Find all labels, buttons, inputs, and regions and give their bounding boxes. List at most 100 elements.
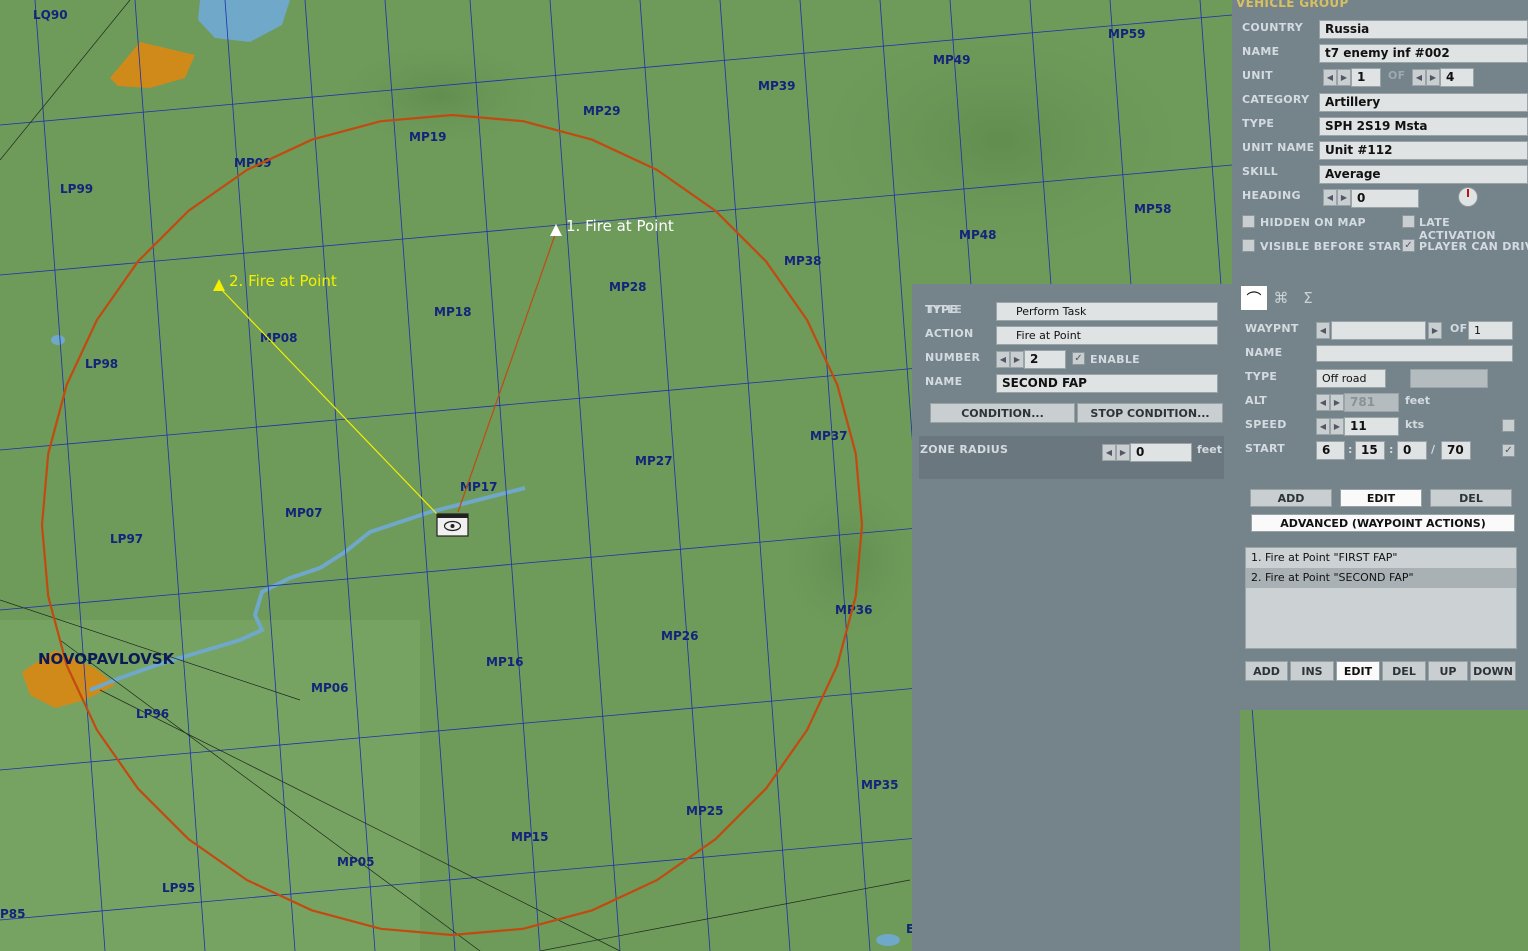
start-seconds[interactable]: 0 <box>1397 441 1427 460</box>
heading-dial-icon[interactable] <box>1458 187 1478 207</box>
waypoint-del-button[interactable]: DEL <box>1430 489 1512 507</box>
speed-lock-checkbox[interactable] <box>1502 419 1515 432</box>
next-arrow-icon[interactable]: ▶ <box>1426 69 1440 86</box>
country-field[interactable]: Russia <box>1319 20 1528 39</box>
prev-arrow-icon[interactable]: ◀ <box>1102 444 1116 461</box>
action-del-button[interactable]: DEL <box>1382 661 1426 681</box>
next-arrow-icon: ▶ <box>1330 394 1344 411</box>
unit-of-label: OF <box>1388 69 1406 82</box>
grid-square-label: MP38 <box>784 254 821 268</box>
alt-label: ALT <box>1245 394 1268 407</box>
wp-type-select[interactable]: Off road <box>1316 369 1386 388</box>
speed-label: SPEED <box>1245 418 1287 431</box>
grid-square-label: MP25 <box>686 804 723 818</box>
triggered-actions-tab-icon[interactable]: ⌘ <box>1268 286 1294 310</box>
waypnt-of-label: OF <box>1450 322 1468 335</box>
next-arrow-icon[interactable]: ▶ <box>1337 189 1351 206</box>
category-field[interactable]: Artillery <box>1319 93 1528 112</box>
grid-square-label: MP49 <box>933 53 970 67</box>
name-label: NAME <box>1242 45 1280 58</box>
late-activation-checkbox[interactable] <box>1402 215 1415 228</box>
action-ins-button[interactable]: INS <box>1290 661 1334 681</box>
country-label: COUNTRY <box>1242 21 1303 34</box>
player-can-drive-checkbox[interactable]: ✓ <box>1402 239 1415 252</box>
prev-arrow-icon[interactable]: ◀ <box>1412 69 1426 86</box>
zone-radius-stepper[interactable]: ◀ ▶ <box>1102 444 1130 461</box>
terrain-hills <box>770 470 930 650</box>
action-select[interactable]: Fire at Point <box>996 326 1218 345</box>
grid-square-label: LP97 <box>110 532 143 546</box>
next-arrow-icon[interactable]: ▶ <box>1337 69 1351 86</box>
wp-name-field[interactable] <box>1316 345 1513 362</box>
condition-button[interactable]: CONDITION... <box>930 403 1075 423</box>
prev-arrow-icon[interactable]: ◀ <box>1323 189 1337 206</box>
start-day[interactable]: 70 <box>1441 441 1471 460</box>
artillery-unit-icon[interactable] <box>436 513 469 537</box>
waypnt-label: WAYPNT <box>1245 322 1299 335</box>
pond <box>51 335 65 345</box>
group-name-field[interactable]: t7 enemy inf #002 <box>1319 44 1528 63</box>
start-lock-checkbox[interactable]: ✓ <box>1502 444 1515 457</box>
summary-tab-icon[interactable]: Σ <box>1295 286 1321 310</box>
next-waypoint-icon[interactable]: ▶ <box>1428 322 1442 339</box>
hidden-on-map-checkbox[interactable] <box>1242 215 1255 228</box>
unit-name-field[interactable]: Unit #112 <box>1319 141 1528 160</box>
unit-value[interactable]: 1 <box>1351 68 1381 87</box>
alt-unit: feet <box>1405 394 1430 407</box>
player-can-drive-label: PLAYER CAN DRIV <box>1419 240 1528 253</box>
waypoint-edit-button[interactable]: EDIT <box>1340 489 1422 507</box>
action-name-field[interactable]: SECOND FAP <box>996 374 1218 393</box>
next-arrow-icon[interactable]: ▶ <box>1010 351 1024 368</box>
grid-square-label: MP08 <box>260 331 297 345</box>
skill-field[interactable]: Average <box>1319 165 1528 184</box>
action-type-select[interactable]: Perform Task <box>996 302 1218 321</box>
visible-before-start-checkbox[interactable] <box>1242 239 1255 252</box>
advanced-waypoint-actions-button[interactable]: ADVANCED (WAYPOINT ACTIONS) <box>1251 514 1515 532</box>
grid-square-label: P85 <box>0 907 26 921</box>
stop-condition-button[interactable]: STOP CONDITION... <box>1077 403 1223 423</box>
number-value[interactable]: 2 <box>1024 350 1066 369</box>
speed-stepper[interactable]: ◀ ▶ <box>1316 418 1344 435</box>
next-arrow-icon[interactable]: ▶ <box>1116 444 1130 461</box>
wp-name-label: NAME <box>1245 346 1283 359</box>
zone-radius-value[interactable]: 0 <box>1130 443 1192 462</box>
wp-type-label: TYPE <box>1245 370 1278 383</box>
waypoint-add-button[interactable]: ADD <box>1250 489 1332 507</box>
next-arrow-icon[interactable]: ▶ <box>1330 418 1344 435</box>
zone-radius-label: ZONE RADIUS <box>920 443 1009 456</box>
terrain-hills <box>780 0 1220 280</box>
grid-square-label: MP27 <box>635 454 672 468</box>
action-add-button[interactable]: ADD <box>1245 661 1288 681</box>
prev-waypoint-icon[interactable]: ◀ <box>1316 322 1330 339</box>
waypnt-select[interactable] <box>1331 321 1426 340</box>
action-up-button[interactable]: UP <box>1428 661 1468 681</box>
grid-square-label: MP06 <box>311 681 348 695</box>
number-label: NUMBER <box>925 351 981 364</box>
grid-square-label: LP98 <box>85 357 118 371</box>
grid-square-label: MP29 <box>583 104 620 118</box>
prev-arrow-icon: ◀ <box>1316 394 1330 411</box>
prev-arrow-icon[interactable]: ◀ <box>996 351 1010 368</box>
action-down-button[interactable]: DOWN <box>1470 661 1516 681</box>
start-minutes[interactable]: 15 <box>1355 441 1385 460</box>
unit-total-stepper[interactable]: ◀ ▶ <box>1412 69 1440 86</box>
heading-stepper[interactable]: ◀ ▶ <box>1323 189 1351 206</box>
heading-value[interactable]: 0 <box>1351 189 1419 208</box>
list-item[interactable]: 1. Fire at Point "FIRST FAP" <box>1246 548 1516 568</box>
speed-value[interactable]: 11 <box>1344 417 1399 436</box>
prev-arrow-icon[interactable]: ◀ <box>1323 69 1337 86</box>
city-label: NOVOPAVLOVSK <box>38 650 176 668</box>
list-item[interactable]: 2. Fire at Point "SECOND FAP" <box>1246 568 1516 588</box>
grid-square-label: MP16 <box>486 655 523 669</box>
unit-stepper[interactable]: ◀ ▶ <box>1323 69 1351 86</box>
grid-square-label: MP39 <box>758 79 795 93</box>
waypoint-actions-list[interactable]: 1. Fire at Point "FIRST FAP" 2. Fire at … <box>1245 547 1517 649</box>
enable-checkbox[interactable]: ✓ <box>1072 352 1085 365</box>
waypoint-1-label: 1. Fire at Point <box>566 217 674 235</box>
action-edit-button[interactable]: EDIT <box>1336 661 1380 681</box>
type-field[interactable]: SPH 2S19 Msta <box>1319 117 1528 136</box>
route-tab-icon[interactable]: ⌒ <box>1241 286 1267 310</box>
prev-arrow-icon[interactable]: ◀ <box>1316 418 1330 435</box>
number-stepper[interactable]: ◀ ▶ <box>996 351 1024 368</box>
start-hours[interactable]: 6 <box>1316 441 1345 460</box>
